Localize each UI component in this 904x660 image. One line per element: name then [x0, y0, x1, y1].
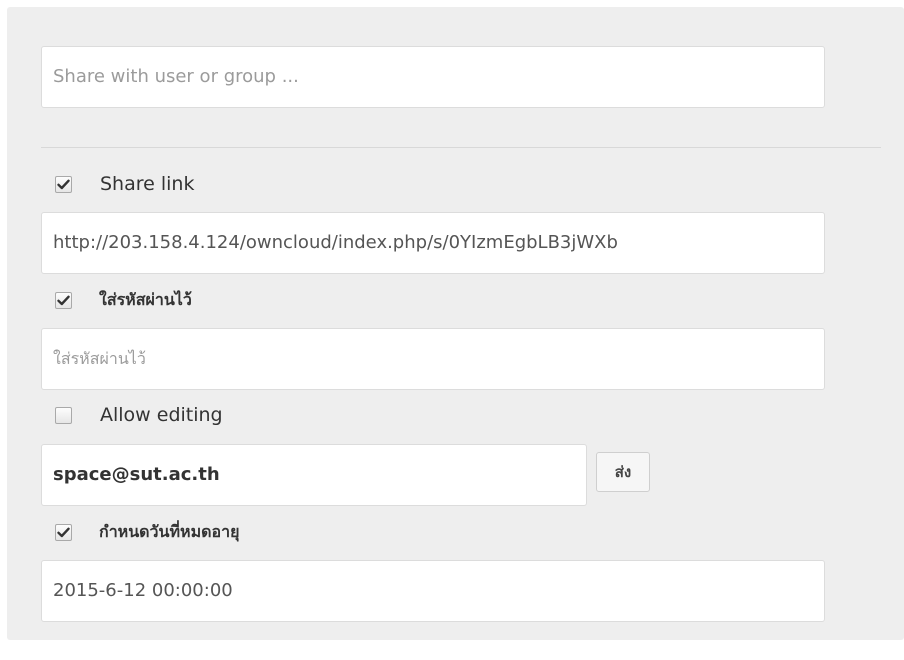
allow-editing-label: Allow editing — [100, 404, 223, 426]
expiration-checkbox[interactable] — [55, 523, 72, 541]
share-with-input[interactable]: Share with user or group ... — [41, 46, 825, 108]
share-link-label: Share link — [100, 173, 195, 195]
allow-editing-row: Allow editing — [55, 401, 223, 429]
expiration-label: กำหนดวันที่หมดอายุ — [99, 521, 240, 541]
checkmark-icon — [57, 527, 70, 537]
allow-editing-checkbox[interactable] — [55, 406, 72, 424]
password-row: ใส่รหัสผ่านไว้ — [55, 286, 192, 314]
email-input[interactable]: space@sut.ac.th — [41, 444, 587, 506]
checkmark-icon — [57, 179, 70, 189]
share-link-row: Share link — [55, 170, 194, 198]
share-link-url-field[interactable]: http://203.158.4.124/owncloud/index.php/… — [41, 212, 825, 274]
divider — [41, 147, 881, 148]
expiration-date-input[interactable]: 2015-6-12 00:00:00 — [41, 560, 825, 622]
checkmark-icon — [57, 295, 70, 305]
expiration-row: กำหนดวันที่หมดอายุ — [55, 518, 239, 546]
password-checkbox[interactable] — [55, 291, 72, 309]
send-email-button[interactable]: ส่ง — [596, 452, 650, 492]
share-link-checkbox[interactable] — [55, 175, 72, 193]
password-label: ใส่รหัสผ่านไว้ — [99, 289, 192, 309]
password-input[interactable]: ใส่รหัสผ่านไว้ — [41, 328, 825, 390]
